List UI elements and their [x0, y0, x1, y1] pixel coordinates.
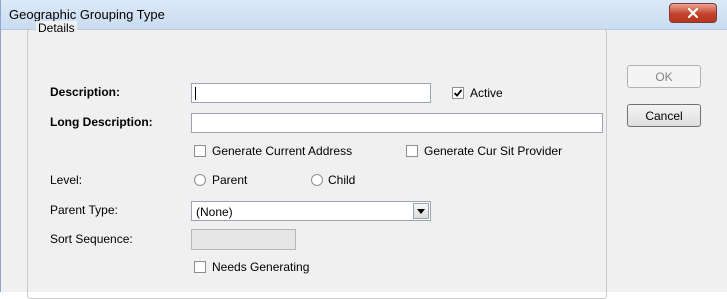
- window-title: Geographic Grouping Type: [9, 7, 165, 22]
- description-input[interactable]: [191, 83, 431, 103]
- description-label: Description:: [50, 85, 121, 99]
- text-caret: [195, 87, 196, 100]
- level-child-radio[interactable]: [311, 174, 323, 186]
- level-parent-label: Parent: [212, 173, 248, 187]
- generate-cur-sit-provider-label: Generate Cur Sit Provider: [424, 144, 563, 158]
- chevron-down-icon: [417, 208, 425, 214]
- level-child-label: Child: [328, 173, 356, 187]
- details-groupbox: [27, 29, 607, 299]
- active-label: Active: [470, 86, 503, 100]
- level-parent-radio[interactable]: [194, 174, 206, 186]
- sort-sequence-label: Sort Sequence:: [50, 232, 133, 246]
- long-description-input[interactable]: [191, 113, 603, 133]
- generate-current-address-checkbox[interactable]: [194, 145, 206, 157]
- close-button[interactable]: [669, 3, 717, 23]
- active-checkbox[interactable]: [452, 87, 464, 99]
- parent-type-value: (None): [196, 205, 233, 219]
- parent-type-label: Parent Type:: [50, 203, 118, 217]
- generate-cur-sit-provider-checkbox[interactable]: [406, 145, 418, 157]
- needs-generating-checkbox[interactable]: [194, 261, 206, 273]
- details-group-label: Details: [36, 21, 77, 35]
- ok-button[interactable]: OK: [627, 65, 701, 88]
- dialog-window: Geographic Grouping Type Details Descrip…: [0, 0, 727, 299]
- checkmark-icon: [453, 89, 463, 97]
- sort-sequence-input[interactable]: [191, 229, 296, 250]
- parent-type-dropdown[interactable]: (None): [191, 201, 431, 221]
- title-bar[interactable]: Geographic Grouping Type: [1, 0, 727, 30]
- generate-current-address-label: Generate Current Address: [212, 144, 353, 158]
- level-label: Level:: [50, 173, 83, 187]
- long-description-label: Long Description:: [50, 115, 153, 129]
- cancel-button[interactable]: Cancel: [627, 104, 701, 127]
- close-x-icon: [687, 7, 699, 19]
- needs-generating-label: Needs Generating: [212, 260, 310, 274]
- dropdown-button[interactable]: [413, 203, 429, 219]
